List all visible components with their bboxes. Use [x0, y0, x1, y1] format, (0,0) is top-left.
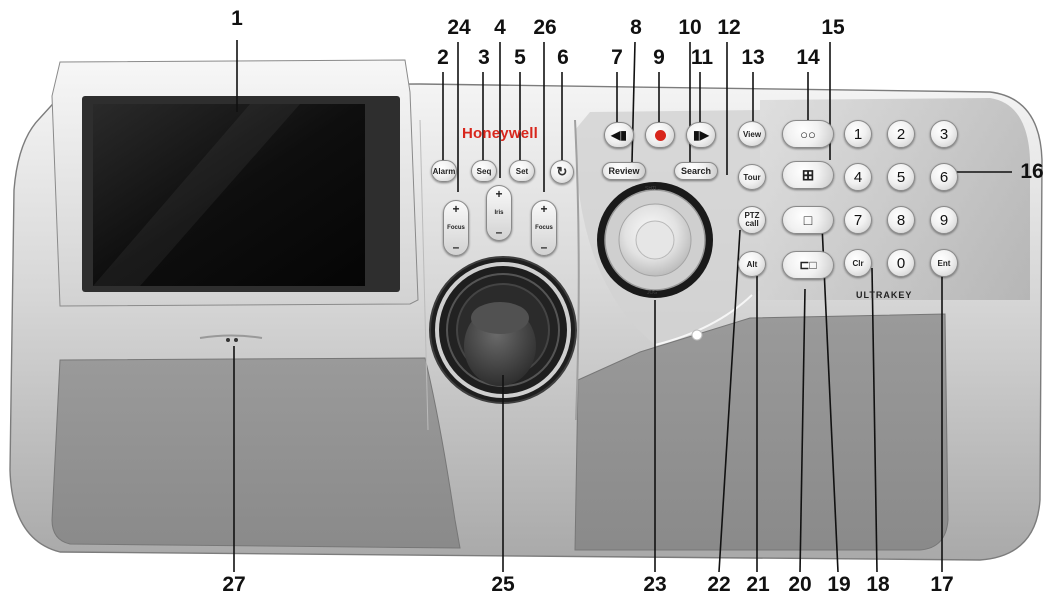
callout-11: 11: [690, 46, 714, 69]
callout-25: 25: [491, 573, 515, 596]
cycle-button[interactable]: ↻: [550, 160, 574, 184]
clr-button[interactable]: Clr: [844, 249, 872, 277]
focus-minus[interactable]: –: [541, 241, 548, 253]
callout-20: 20: [788, 573, 812, 596]
callout-13: 13: [741, 46, 765, 69]
mic-hole-2: [234, 338, 238, 342]
numpad-key-9[interactable]: 9: [930, 206, 958, 234]
single-view-button[interactable]: □: [782, 206, 834, 234]
forward-button[interactable]: ▮▶: [686, 122, 716, 148]
ent-button[interactable]: Ent: [930, 249, 958, 277]
brand-logo: Honeywell: [462, 125, 538, 142]
callout-9: 9: [653, 46, 665, 69]
single-view-icon: □: [803, 212, 813, 228]
callout-15: 15: [821, 16, 845, 39]
callout-27: 27: [222, 573, 246, 596]
view-button[interactable]: View: [738, 121, 766, 147]
monitor-select-button[interactable]: ⊏□: [782, 251, 834, 279]
callout-21: 21: [746, 573, 770, 596]
slider-knob: [691, 329, 703, 341]
rewind-button[interactable]: ◀▮: [604, 122, 634, 148]
focus-plus[interactable]: +: [452, 203, 459, 215]
focus-label: Focus: [535, 225, 553, 231]
forward-icon: ▮▶: [693, 128, 709, 142]
alt-button[interactable]: Alt: [738, 251, 766, 277]
callout-8: 8: [630, 16, 642, 39]
jog-label-bottom: JOG: [647, 290, 658, 296]
numpad-key-2[interactable]: 2: [887, 120, 915, 148]
callout-3: 3: [478, 46, 490, 69]
callout-2: 2: [437, 46, 449, 69]
focus-rocker-right[interactable]: + Focus –: [531, 200, 557, 256]
grid-icon: ⊞: [801, 167, 815, 184]
iris-plus[interactable]: +: [495, 188, 502, 200]
numpad-key-0[interactable]: 0: [887, 249, 915, 277]
callout-12: 12: [717, 16, 741, 39]
grid-button[interactable]: ⊞: [782, 161, 834, 189]
record-button[interactable]: [645, 122, 675, 148]
callout-26: 26: [533, 16, 557, 39]
callout-24: 24: [447, 16, 471, 39]
callout-19: 19: [827, 573, 851, 596]
iris-rocker[interactable]: + Iris –: [486, 185, 512, 241]
palm-rest-shape: [51, 357, 461, 549]
callout-14: 14: [796, 46, 820, 69]
cycle-icon: ↻: [556, 164, 568, 179]
numpad-key-7[interactable]: 7: [844, 206, 872, 234]
numpad-key-4[interactable]: 4: [844, 163, 872, 191]
jog-dimple: [635, 220, 675, 260]
product-name: ULTRAKEY: [856, 290, 913, 300]
iris-label: Iris: [494, 210, 504, 216]
iris-minus[interactable]: –: [496, 226, 503, 238]
tour-button[interactable]: Tour: [738, 164, 766, 190]
callout-1: 1: [231, 7, 243, 30]
record-icon: [654, 129, 666, 141]
review-button[interactable]: Review: [602, 162, 646, 180]
search-button[interactable]: Search: [674, 162, 718, 180]
numpad-key-8[interactable]: 8: [887, 206, 915, 234]
callout-17: 17: [930, 573, 954, 596]
callout-4: 4: [494, 16, 506, 39]
callout-16: 16: [1020, 160, 1044, 183]
numpad-key-3[interactable]: 3: [930, 120, 958, 148]
monitor-select-icon: ⊏□: [799, 258, 817, 272]
ptz-call-label-2: call: [745, 219, 759, 228]
mic-hole-1: [226, 338, 230, 342]
cassette-button[interactable]: ○○: [782, 120, 834, 148]
focus-label: Focus: [447, 225, 465, 231]
callout-7: 7: [611, 46, 623, 69]
rewind-icon: ◀▮: [611, 128, 627, 142]
callout-18: 18: [866, 573, 890, 596]
focus-rocker-left[interactable]: + Focus –: [443, 200, 469, 256]
callout-10: 10: [678, 16, 702, 39]
set-button[interactable]: Set: [509, 160, 535, 182]
numpad-key-6[interactable]: 6: [930, 163, 958, 191]
callout-23: 23: [643, 573, 667, 596]
seq-button[interactable]: Seq: [471, 160, 497, 182]
focus-plus[interactable]: +: [540, 203, 547, 215]
callout-6: 6: [557, 46, 569, 69]
jog-label-top: SHTL: [645, 186, 658, 192]
alarm-button[interactable]: Alarm: [431, 160, 457, 182]
ptz-call-button[interactable]: PTZ call: [738, 206, 766, 234]
numpad-key-5[interactable]: 5: [887, 163, 915, 191]
joystick-knob-top: [471, 302, 529, 334]
callout-5: 5: [514, 46, 526, 69]
keyboard-diagram: Honeywell ULTRAKEY Alarm Seq Set ↻ + Foc…: [0, 0, 1054, 599]
numpad-key-1[interactable]: 1: [844, 120, 872, 148]
cassette-icon: ○○: [800, 126, 816, 142]
callout-22: 22: [707, 573, 731, 596]
focus-minus[interactable]: –: [453, 241, 460, 253]
